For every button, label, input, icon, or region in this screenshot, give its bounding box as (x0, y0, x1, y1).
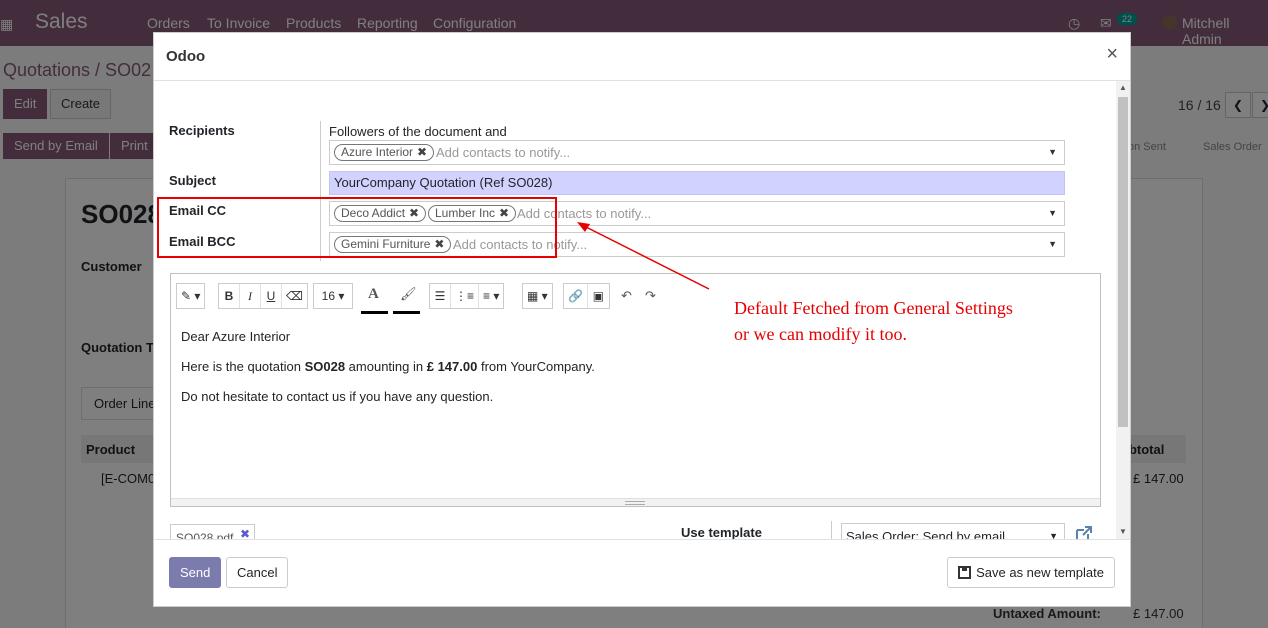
insert-group: 🔗 ▣ (563, 283, 610, 309)
body-greeting: Dear Azure Interior (181, 329, 291, 344)
recipients-field[interactable]: Azure Interior ✖ Add contacts to notify..… (329, 140, 1065, 165)
attachment-chip[interactable]: SO028.pdf ✖ (170, 524, 255, 539)
chevron-down-icon[interactable]: ▼ (1048, 239, 1057, 249)
subject-label: Subject (169, 173, 216, 188)
recipients-label: Recipients (169, 123, 235, 138)
editor-resize-handle[interactable] (171, 498, 1100, 506)
chevron-down-icon[interactable]: ▼ (1049, 531, 1058, 539)
template-select[interactable]: Sales Order: Send by email ▼ (841, 523, 1065, 539)
scrollbar[interactable]: ▲ ▼ (1116, 81, 1130, 539)
external-link-icon[interactable] (1074, 524, 1094, 539)
undo-icon[interactable]: ↶ (621, 288, 632, 304)
dialog-footer: Send Cancel Save as new template (154, 539, 1130, 607)
remove-attachment-icon[interactable]: ✖ (240, 527, 250, 539)
table-dropdown[interactable]: ▦ ▾ (522, 283, 553, 309)
magic-wand-icon[interactable]: ✎ ▾ (177, 284, 204, 308)
font-size-value: 16 (321, 289, 335, 303)
highlight-box (157, 197, 557, 258)
subject-input[interactable]: YourCompany Quotation (Ref SO028) (329, 171, 1065, 195)
font-color-icon[interactable]: A (368, 286, 379, 303)
followers-text: Followers of the document and (329, 124, 507, 139)
dialog-header: Odoo × (154, 33, 1130, 81)
recipients-input[interactable]: Add contacts to notify... (436, 145, 570, 160)
redo-icon[interactable]: ↷ (645, 288, 656, 304)
save-as-template-button[interactable]: Save as new template (947, 557, 1115, 588)
send-button[interactable]: Send (169, 557, 222, 588)
floppy-disk-icon (958, 566, 972, 579)
paragraph-align-icon[interactable]: ≡ ▾ (479, 284, 503, 308)
italic-icon[interactable]: I (240, 284, 261, 308)
list-group: ☰ ⋮≡ ≡ ▾ (429, 283, 505, 309)
table-icon[interactable]: ▦ ▾ (523, 284, 552, 308)
underline-icon[interactable]: U (261, 284, 282, 308)
link-icon[interactable]: 🔗 (564, 284, 588, 308)
annotation-line-1: Default Fetched from General Settings (734, 298, 1013, 318)
send-email-dialog: Odoo × ▲ ▼ Recipients Followers of the d… (153, 32, 1131, 607)
recipient-tag[interactable]: Azure Interior ✖ (334, 144, 435, 161)
body-line-2: Here is the quotation SO028 amounting in… (181, 359, 595, 374)
chevron-down-icon[interactable]: ▼ (1048, 208, 1057, 218)
format-group: B I U ⌫ (218, 283, 308, 309)
use-template-label: Use template (681, 525, 762, 539)
bullet-list-icon[interactable]: ☰ (430, 284, 451, 308)
dialog-title: Odoo (166, 48, 206, 65)
bold-icon[interactable]: B (219, 284, 240, 308)
font-size-dropdown[interactable]: 16 ▾ (313, 283, 353, 309)
style-dropdown[interactable]: ✎ ▾ (176, 283, 206, 309)
close-icon[interactable]: × (1106, 43, 1118, 66)
email-body[interactable]: Dear Azure Interior Here is the quotatio… (181, 329, 595, 419)
numbered-list-icon[interactable]: ⋮≡ (451, 284, 480, 308)
attachment-name: SO028.pdf (176, 531, 234, 539)
chevron-down-icon[interactable]: ▼ (1048, 147, 1057, 157)
eraser-icon[interactable]: ⌫ (282, 284, 307, 308)
background-color-icon[interactable]: 🖌 (400, 286, 417, 302)
remove-tag-icon[interactable]: ✖ (417, 145, 427, 159)
annotation-line-2: or we can modify it too. (734, 324, 907, 344)
cancel-button[interactable]: Cancel (226, 557, 289, 588)
image-icon[interactable]: ▣ (588, 284, 609, 308)
body-line-3: Do not hesitate to contact us if you hav… (181, 389, 494, 404)
